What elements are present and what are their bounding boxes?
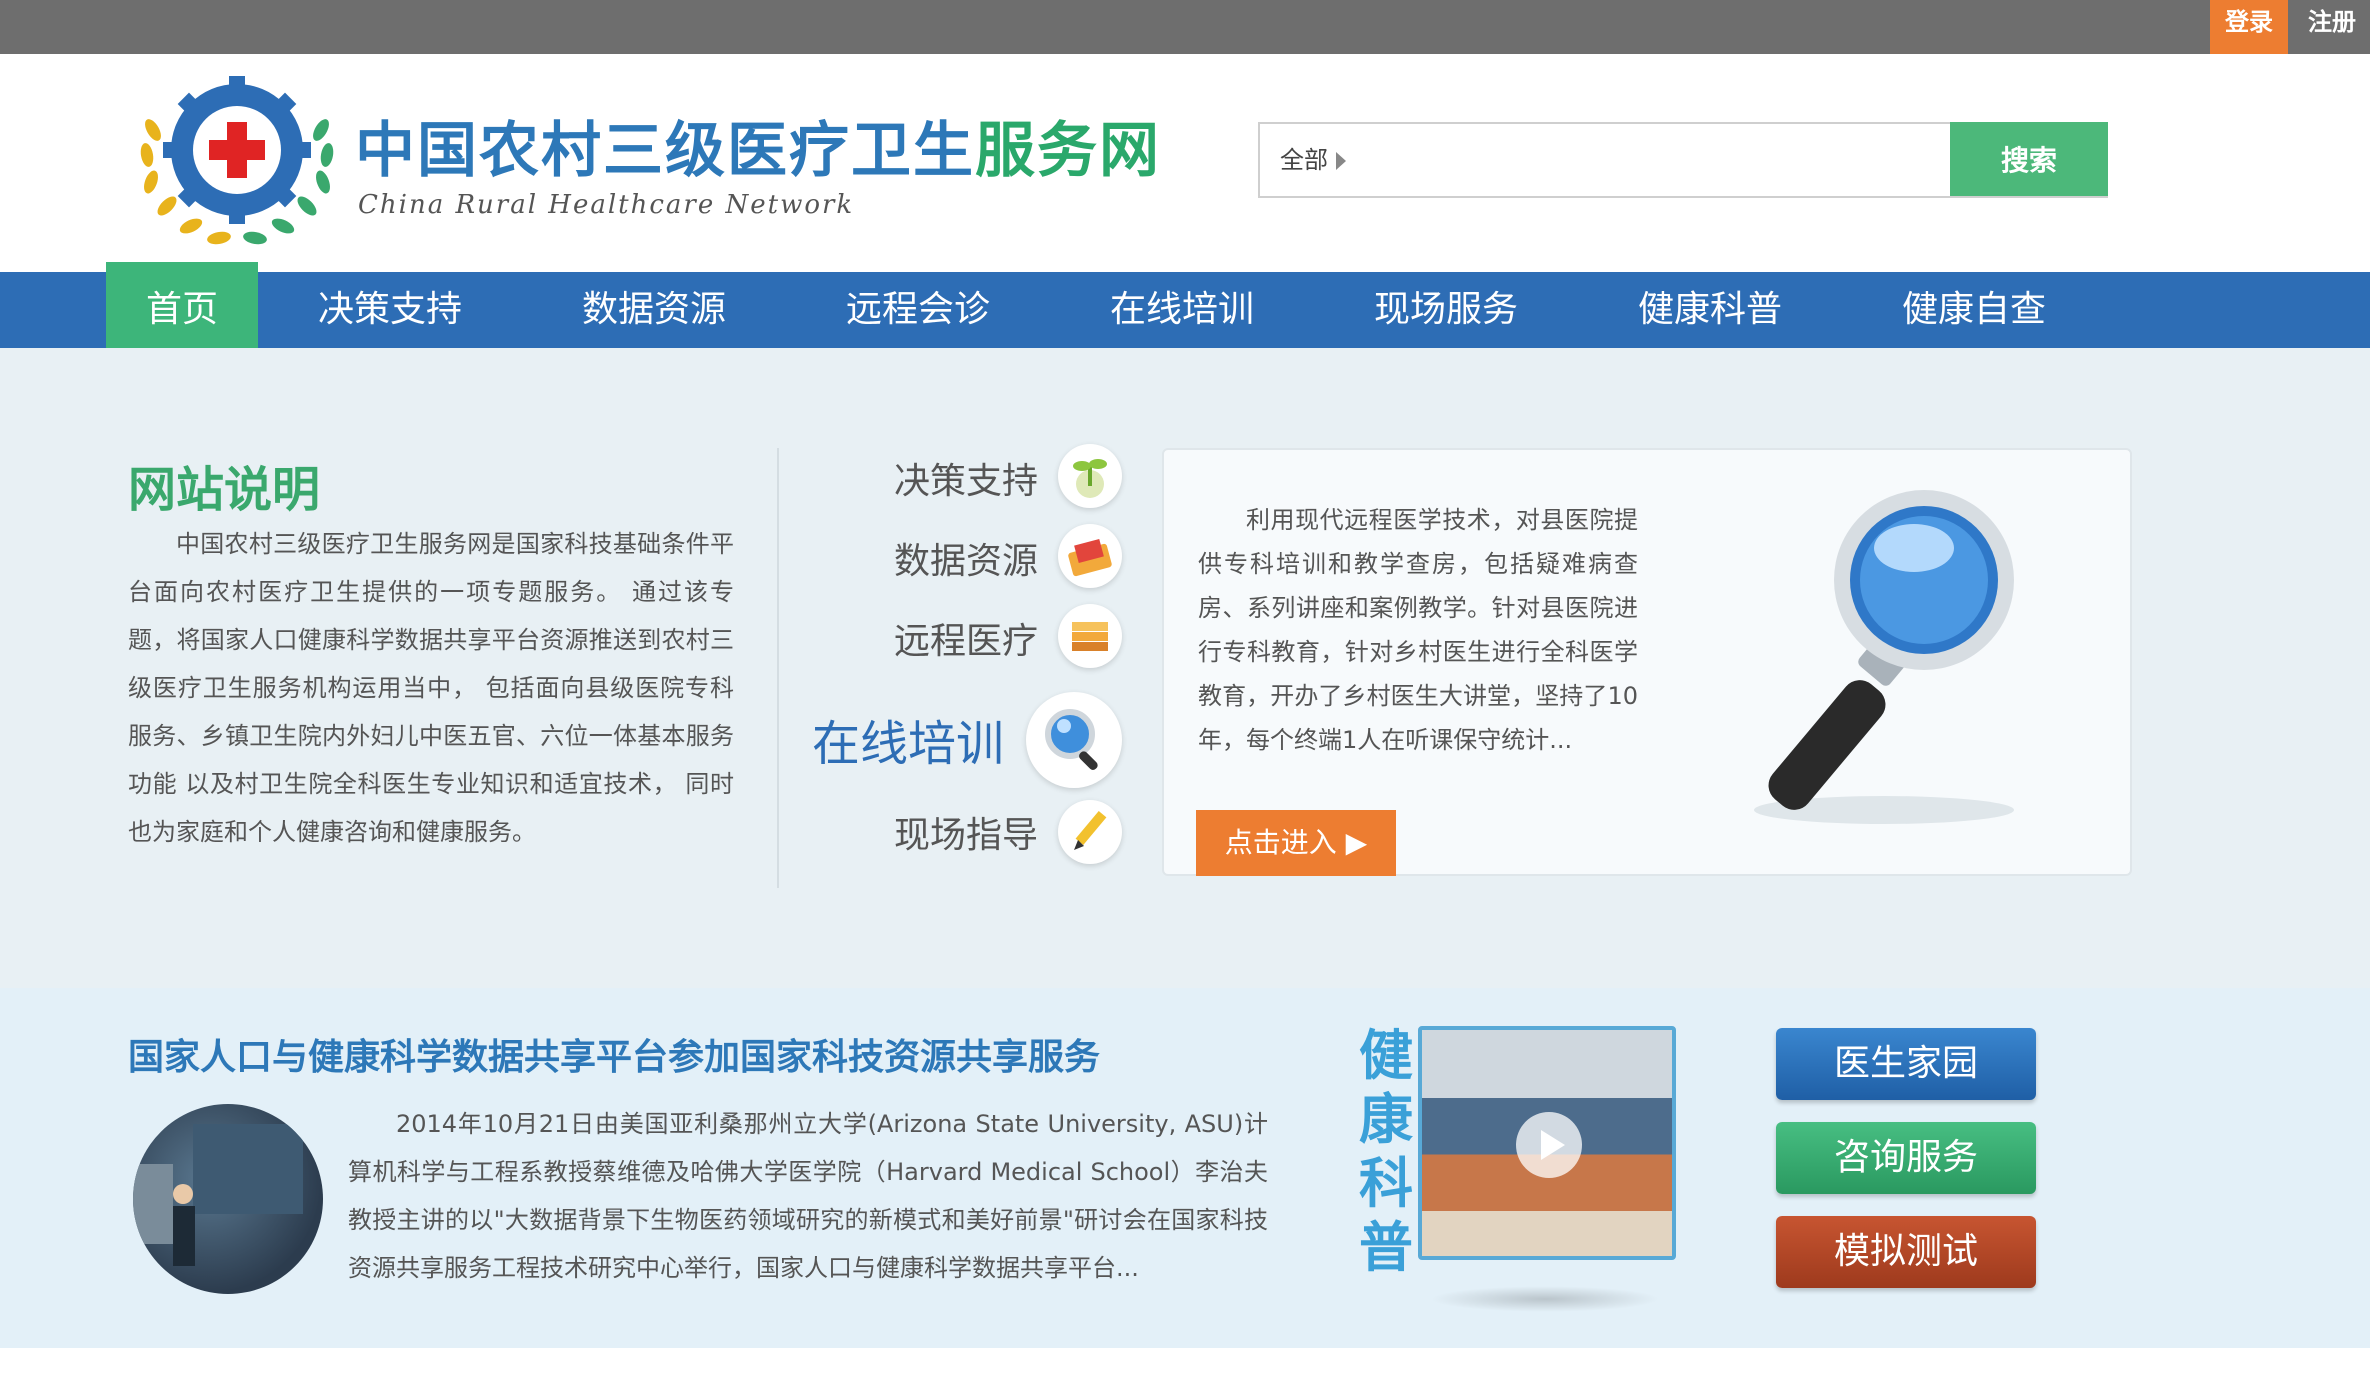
enter-button-label: 点击进入 — [1224, 826, 1337, 859]
site-title-part2: 服务网 — [975, 116, 1161, 186]
site-title-part1: 中国农村三级医疗卫生 — [355, 116, 975, 186]
divider — [777, 448, 779, 888]
video-shadow — [1430, 1286, 1660, 1312]
service-telemedicine[interactable]: 远程医疗 — [894, 612, 1038, 664]
intro-text: 中国农村三级医疗卫生服务网是国家科技基础条件平台面向农村医疗卫生提供的一项专题服… — [128, 530, 734, 846]
mock-test-button[interactable]: 模拟测试 — [1776, 1216, 2036, 1288]
top-bar: 登录 注册 — [0, 0, 2370, 54]
video-thumbnail[interactable] — [1418, 1026, 1676, 1260]
magnifier-illustration — [1754, 490, 2014, 824]
search-button[interactable]: 搜索 — [1950, 122, 2108, 196]
magnifier-icon[interactable] — [1026, 692, 1122, 788]
news-photo[interactable] — [133, 1104, 323, 1294]
search-scope-select[interactable]: 全部 — [1280, 124, 1346, 196]
news-title[interactable]: 国家人口与健康科学数据共享平台参加国家科技资源共享服务 — [128, 1028, 1100, 1080]
books-icon[interactable] — [1058, 604, 1122, 668]
doctor-home-button[interactable]: 医生家园 — [1776, 1028, 2036, 1100]
service-online-training[interactable]: 在线培训 — [812, 704, 1004, 774]
nav-item-health-self-check[interactable]: 健康自查 — [1884, 272, 2064, 348]
nav-item-online-training[interactable]: 在线培训 — [1092, 272, 1272, 348]
nav-item-health-education[interactable]: 健康科普 — [1620, 272, 1800, 348]
nav-item-remote-consultation[interactable]: 远程会诊 — [828, 272, 1008, 348]
site-logo-emblem[interactable] — [135, 70, 340, 250]
play-icon[interactable] — [1516, 1112, 1582, 1178]
health-education-label: 健康科普 — [1359, 1024, 1413, 1279]
pencil-icon[interactable] — [1058, 800, 1122, 864]
nav-item-home[interactable]: 首页 — [106, 262, 258, 358]
intro-title: 网站说明 — [128, 462, 321, 518]
panel-text: 利用现代远程医学技术，对县医院提供专科培训和教学查房，包括疑难病查房、系列讲座和… — [1198, 506, 1638, 754]
sprout-icon[interactable] — [1058, 444, 1122, 508]
caret-right-icon — [1336, 152, 1346, 170]
consulting-service-button[interactable]: 咨询服务 — [1776, 1122, 2036, 1194]
search-input[interactable] — [1370, 134, 1970, 186]
news-text: 2014年10月21日由美国亚利桑那州立大学(Arizona State Uni… — [348, 1110, 1268, 1282]
intro-section: 网站说明 中国农村三级医疗卫生服务网是国家科技基础条件平台面向农村医疗卫生提供的… — [0, 348, 2370, 988]
enter-button[interactable]: 点击进入 ▶ — [1196, 810, 1396, 876]
site-title[interactable]: 中国农村三级医疗卫生服务网 — [355, 102, 1161, 189]
nav-item-data-resources[interactable]: 数据资源 — [564, 272, 744, 348]
register-link[interactable]: 注册 — [2294, 0, 2370, 54]
service-field-guidance[interactable]: 现场指导 — [894, 806, 1038, 858]
site-subtitle: China Rural Healthcare Network — [358, 190, 855, 220]
folder-icon[interactable] — [1058, 524, 1122, 588]
main-nav: 首页 决策支持 数据资源 远程会诊 在线培训 现场服务 健康科普 健康自查 — [0, 262, 2370, 358]
nav-item-field-service[interactable]: 现场服务 — [1356, 272, 1536, 348]
info-panel: 利用现代远程医学技术，对县医院提供专科培训和教学查房，包括疑难病查房、系列讲座和… — [1162, 448, 2132, 876]
nav-item-decision-support[interactable]: 决策支持 — [300, 272, 480, 348]
login-link[interactable]: 登录 — [2210, 0, 2288, 54]
news-section: 国家人口与健康科学数据共享平台参加国家科技资源共享服务 2014年10月21日由… — [0, 988, 2370, 1348]
search-scope-label: 全部 — [1280, 146, 1328, 174]
service-data-resources[interactable]: 数据资源 — [894, 532, 1038, 584]
service-decision-support[interactable]: 决策支持 — [894, 452, 1038, 504]
